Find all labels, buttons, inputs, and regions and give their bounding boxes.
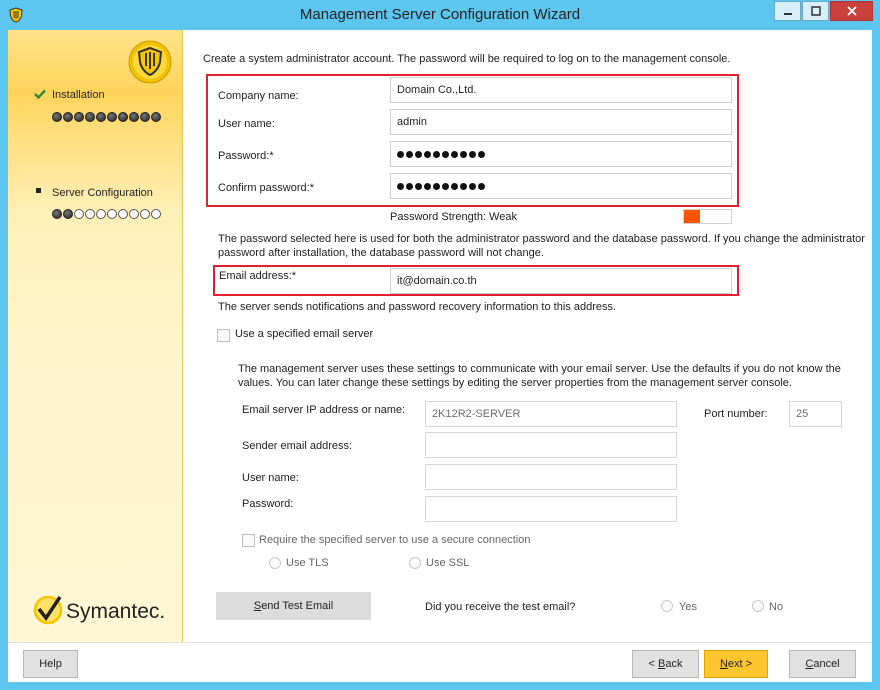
username-label: User name: [218, 118, 275, 130]
progress-dot [52, 112, 62, 122]
help-label: Help [39, 658, 62, 670]
company-name-label: Company name: [218, 90, 299, 102]
minimize-button[interactable] [774, 1, 801, 21]
next-label: Next > [719, 658, 753, 670]
send-test-email-button[interactable]: Send Test Email [216, 592, 371, 620]
confirm-password-input[interactable] [390, 173, 732, 199]
use-ssl-radio[interactable] [409, 557, 421, 569]
use-tls-radio[interactable] [269, 557, 281, 569]
progress-dot [151, 112, 161, 122]
svg-text:Symantec.: Symantec. [66, 600, 165, 623]
close-button[interactable] [830, 1, 873, 21]
current-step-bullet-icon [36, 188, 41, 193]
smtp-username-input[interactable] [425, 464, 677, 490]
step-server-configuration: Server Configuration [52, 187, 153, 199]
password-strength-fill [684, 210, 700, 223]
test-received-yes-radio[interactable] [661, 600, 673, 612]
progress-dot [96, 209, 106, 219]
progress-dot [74, 209, 84, 219]
use-email-server-label: Use a specified email server [235, 328, 374, 340]
progress-dot [63, 112, 73, 122]
confirm-password-label: Confirm password:* [218, 182, 314, 194]
password-strength-label: Password Strength: Weak [390, 211, 517, 223]
port-number-label: Port number: [704, 408, 768, 420]
step-server-configuration-progress [52, 209, 161, 219]
progress-dot [129, 112, 139, 122]
progress-dot [96, 112, 106, 122]
test-email-question: Did you receive the test email? [425, 601, 576, 613]
intro-text: Create a system administrator account. T… [203, 53, 731, 65]
back-label: < Back [648, 658, 683, 670]
port-number-input[interactable]: 25 [789, 401, 842, 427]
progress-dot [63, 209, 73, 219]
next-button[interactable]: Next > [704, 650, 768, 678]
progress-dot [107, 209, 117, 219]
progress-dot [118, 209, 128, 219]
test-received-no-radio[interactable] [752, 600, 764, 612]
step-installation-progress [52, 112, 161, 122]
password-mask [397, 150, 485, 158]
server-settings-note: The management server uses these setting… [238, 363, 841, 389]
email-input[interactable]: it@domain.co.th [390, 268, 732, 294]
password-label: Password:* [218, 150, 274, 162]
server-ip-label: Email server IP address or name: [242, 404, 406, 416]
password-input[interactable] [390, 141, 732, 167]
use-tls-label: Use TLS [286, 557, 329, 569]
progress-dot [129, 209, 139, 219]
smtp-username-label: User name: [242, 472, 299, 484]
company-name-input[interactable]: Domain Co.,Ltd. [390, 77, 732, 103]
help-button[interactable]: Help [23, 650, 78, 678]
cancel-label: Cancel [805, 658, 840, 670]
step-installation: Installation [52, 89, 105, 101]
secure-connection-checkbox[interactable] [242, 534, 255, 547]
email-label: Email address:* [219, 270, 297, 282]
smtp-password-input[interactable] [425, 496, 677, 522]
maximize-button[interactable] [802, 1, 829, 21]
test-received-yes-label: Yes [679, 601, 697, 613]
email-note: The server sends notifications and passw… [218, 301, 617, 313]
secure-connection-label: Require the specified server to use a se… [259, 534, 531, 546]
confirm-password-mask [397, 182, 485, 190]
close-icon [846, 6, 857, 16]
progress-dot [151, 209, 161, 219]
shield-logo-icon [128, 40, 172, 84]
sender-email-label: Sender email address: [242, 440, 353, 452]
progress-dot [107, 112, 117, 122]
send-test-email-label: Send Test Email [253, 600, 334, 612]
smtp-password-label: Password: [242, 498, 294, 510]
progress-dot [85, 209, 95, 219]
server-ip-input[interactable]: 2K12R2-SERVER [425, 401, 677, 427]
use-ssl-label: Use SSL [426, 557, 470, 569]
use-email-server-checkbox[interactable] [217, 329, 230, 342]
sender-email-input[interactable] [425, 432, 677, 458]
progress-dot [74, 112, 84, 122]
back-button[interactable]: < Back [632, 650, 699, 678]
progress-dot [52, 209, 62, 219]
cancel-button[interactable]: Cancel [789, 650, 856, 678]
maximize-icon [810, 6, 821, 16]
password-note: The password selected here is used for b… [218, 233, 865, 259]
username-input[interactable]: admin [390, 109, 732, 135]
progress-dot [140, 209, 150, 219]
progress-dot [118, 112, 128, 122]
progress-dot [140, 112, 150, 122]
minimize-icon [783, 13, 792, 15]
checkmark-icon [34, 89, 46, 102]
password-strength-meter [683, 209, 732, 224]
test-received-no-label: No [769, 601, 784, 613]
window-title: Management Server Configuration Wizard [299, 6, 581, 23]
progress-dot [85, 112, 95, 122]
symantec-logo: Symantec. [32, 592, 182, 635]
